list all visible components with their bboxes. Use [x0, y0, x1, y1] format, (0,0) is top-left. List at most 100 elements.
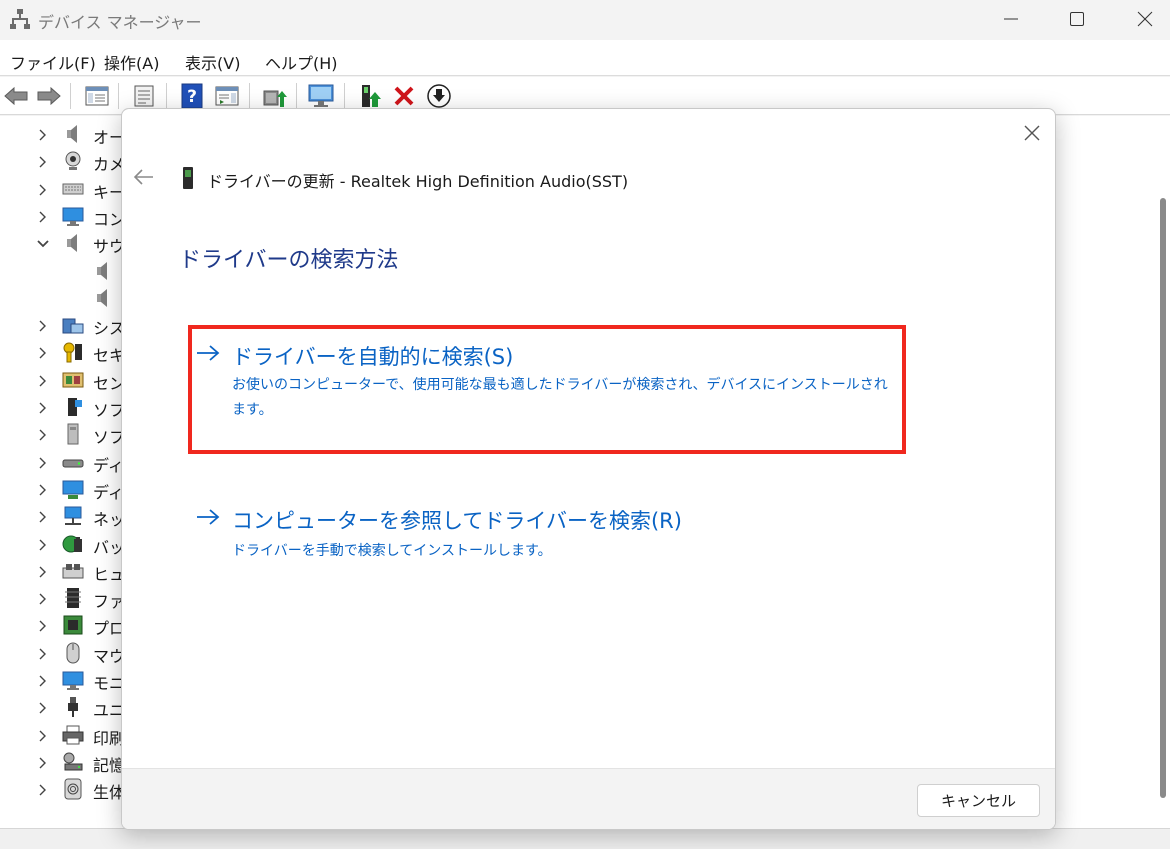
tree-category-item[interactable]: カメ: [0, 147, 130, 174]
tree-category-item[interactable]: オー: [0, 120, 130, 147]
keyboard-icon: [62, 178, 84, 200]
chevron-right-icon[interactable]: [36, 318, 50, 332]
chevron-right-icon[interactable]: [36, 127, 50, 141]
chevron-right-icon[interactable]: [36, 564, 50, 578]
chevron-right-icon[interactable]: [36, 345, 50, 359]
properties-button[interactable]: [130, 82, 158, 110]
chevron-right-icon[interactable]: [36, 700, 50, 714]
tree-category-item[interactable]: 印刷: [0, 721, 130, 748]
tree-category-item[interactable]: シス: [0, 311, 130, 338]
tree-category-item[interactable]: ヒュ: [0, 557, 130, 584]
chevron-right-icon[interactable]: [36, 755, 50, 769]
chevron-right-icon[interactable]: [36, 482, 50, 496]
tree-category-item[interactable]: プロ: [0, 611, 130, 638]
chevron-right-icon[interactable]: [36, 455, 50, 469]
monitor-icon: [62, 205, 84, 227]
chevron-right-icon[interactable]: [36, 427, 50, 441]
speaker-icon: [62, 123, 84, 145]
tree-category-item[interactable]: ソフ: [0, 420, 130, 447]
menu-file[interactable]: ファイル(F): [10, 50, 96, 74]
help-button[interactable]: ?: [178, 82, 206, 110]
download-driver-button[interactable]: [425, 82, 453, 110]
chevron-right-icon[interactable]: [36, 154, 50, 168]
chevron-right-icon[interactable]: [36, 782, 50, 796]
toolbar-separator: [166, 83, 167, 109]
dialog-back-button[interactable]: [132, 165, 156, 189]
tree-child-item[interactable]: [0, 257, 130, 284]
forward-button[interactable]: [35, 82, 63, 110]
close-icon: [1137, 11, 1153, 27]
tree-category-item[interactable]: モニ: [0, 666, 130, 693]
forward-arrow-icon: [37, 86, 61, 106]
properties-icon: [134, 85, 154, 107]
tree-category-item[interactable]: コン: [0, 202, 130, 229]
tree-category-item[interactable]: マウ: [0, 639, 130, 666]
tree-category-item[interactable]: ファ: [0, 584, 130, 611]
network-adapter-icon: [62, 505, 84, 527]
monitor-icon: [62, 669, 84, 691]
menu-action[interactable]: 操作(A): [104, 50, 159, 74]
chevron-right-icon[interactable]: [36, 537, 50, 551]
device-manager-app-icon: [10, 8, 30, 30]
chevron-right-icon[interactable]: [36, 646, 50, 660]
dialog-footer: キャンセル: [122, 768, 1055, 829]
tree-category-item[interactable]: ユニ: [0, 693, 130, 720]
tree-category-item[interactable]: セン: [0, 366, 130, 393]
minimize-button[interactable]: [988, 4, 1034, 34]
scan-hardware-button[interactable]: [307, 82, 335, 110]
uninstall-device-button[interactable]: [390, 82, 418, 110]
update-driver-button[interactable]: [260, 82, 288, 110]
chevron-right-icon[interactable]: [36, 728, 50, 742]
window-close-button[interactable]: [1122, 4, 1168, 34]
back-arrow-icon: [4, 86, 28, 106]
show-hide-console-tree-button[interactable]: [83, 82, 111, 110]
back-button[interactable]: [2, 82, 30, 110]
menu-view[interactable]: 表示(V): [185, 50, 240, 74]
back-arrow-icon: [133, 169, 153, 185]
dialog-close-button[interactable]: [1018, 119, 1046, 147]
tree-category-item[interactable]: ネッ: [0, 502, 130, 529]
chevron-right-icon[interactable]: [36, 182, 50, 196]
browse-computer-option[interactable]: コンピューターを参照してドライバーを検索(R) ドライバーを手動で検索してインス…: [188, 499, 906, 569]
action-pane-button[interactable]: [213, 82, 241, 110]
chevron-right-icon[interactable]: [36, 618, 50, 632]
hid-icon: [62, 560, 84, 582]
chevron-right-icon[interactable]: [36, 591, 50, 605]
window-title: デバイス マネージャー: [38, 13, 202, 32]
arrow-right-icon: [197, 345, 220, 361]
tree-category-item[interactable]: ディ: [0, 475, 130, 502]
menu-bar: ファイル(F) 操作(A) 表示(V) ヘルプ(H): [0, 40, 1170, 76]
software-device-icon: [62, 423, 84, 445]
chevron-down-icon[interactable]: [36, 236, 50, 250]
update-driver-dialog: ドライバーの更新 - Realtek High Definition Audio…: [121, 108, 1056, 830]
menu-help[interactable]: ヘルプ(H): [265, 50, 338, 74]
tree-category-item[interactable]: バッ: [0, 530, 130, 557]
tree-category-item[interactable]: ソフ: [0, 393, 130, 420]
tree-child-item[interactable]: [0, 284, 130, 311]
toolbar-separator: [249, 83, 250, 109]
cancel-button[interactable]: キャンセル: [917, 784, 1040, 817]
chevron-right-icon[interactable]: [36, 209, 50, 223]
chevron-right-icon[interactable]: [36, 400, 50, 414]
audio-device-icon: [183, 167, 193, 189]
action-pane-icon: [215, 86, 239, 106]
search-automatically-option[interactable]: ドライバーを自動的に検索(S) お使いのコンピューターで、使用可能な最も適したド…: [188, 325, 906, 454]
tree-category-item[interactable]: サウ: [0, 229, 130, 256]
chevron-right-icon[interactable]: [36, 373, 50, 387]
tree-category-item[interactable]: ディ: [0, 448, 130, 475]
tree-category-item[interactable]: セキ: [0, 338, 130, 365]
close-icon: [1024, 125, 1040, 141]
storage-controller-icon: [62, 751, 84, 773]
tree-category-item[interactable]: 記憶: [0, 748, 130, 775]
tree-scrollbar[interactable]: [1160, 198, 1166, 798]
maximize-button[interactable]: [1054, 4, 1100, 34]
speaker-icon: [62, 232, 84, 254]
minimize-icon: [1004, 18, 1018, 20]
tree-category-item[interactable]: キー: [0, 175, 130, 202]
enable-device-button[interactable]: [356, 82, 384, 110]
chevron-right-icon[interactable]: [36, 509, 50, 523]
tree-category-item[interactable]: 生体: [0, 775, 130, 802]
scan-hardware-icon: [308, 84, 334, 107]
chevron-right-icon[interactable]: [36, 673, 50, 687]
update-driver-icon: [263, 90, 287, 107]
